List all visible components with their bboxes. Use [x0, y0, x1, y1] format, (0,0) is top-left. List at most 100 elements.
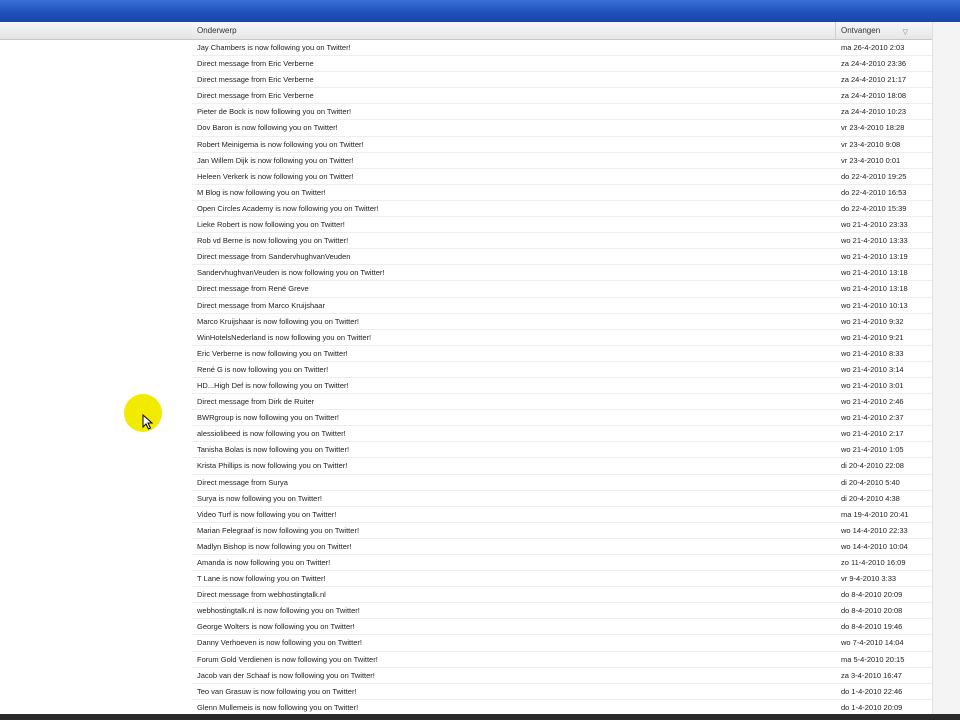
message-received-date: di 20-4-2010 4:38 — [841, 493, 900, 503]
message-row[interactable]: Direct message from René Greve wo 21-4-20… — [192, 281, 932, 298]
message-received-date: di 20-4-2010 22:08 — [841, 461, 904, 471]
message-received-date: vr 23-4-2010 9:08 — [841, 139, 901, 149]
left-pane — [0, 22, 192, 720]
message-row[interactable]: Jay Chambers is now following you on Twi… — [192, 40, 932, 57]
message-received-date: ma 26-4-2010 2:03 — [841, 43, 905, 52]
message-row[interactable]: Direct message from Dirk de Ruiter wo 21-… — [192, 394, 932, 411]
message-row[interactable]: Eric Verberne is now following you on Tw… — [192, 346, 932, 362]
column-header-received-label: Ontvangen — [841, 26, 881, 35]
message-subject: Marian Felegraaf is now following you on… — [197, 525, 360, 535]
message-row[interactable]: alessiolibeed is now following you on Tw… — [192, 426, 932, 443]
message-row[interactable]: Lieke Robert is now following you on Twi… — [192, 217, 932, 234]
message-row[interactable]: René G is now following you on Twitter! w… — [192, 362, 932, 378]
message-subject: Video Turf is now following you on Twitt… — [197, 509, 337, 519]
message-row[interactable]: Dov Baron is now following you on Twitte… — [192, 120, 932, 137]
message-row[interactable]: Heleen Verkerk is now following you on T… — [192, 169, 932, 185]
message-subject: SandervhughvanVeuden is now following yo… — [197, 268, 385, 278]
message-received-date: vr 9-4-2010 3:33 — [841, 574, 897, 584]
message-row[interactable]: Direct message from Marco Kruijshaar wo 2… — [192, 298, 932, 314]
message-row[interactable]: Direct message from Eric Verberne za 24-4… — [192, 88, 932, 105]
message-row[interactable]: Rob vd Berne is now following you on Twi… — [192, 233, 932, 250]
message-received-date: vr 23-4-2010 18:28 — [841, 123, 905, 133]
message-received-date: wo 21-4-2010 10:13 — [841, 300, 908, 310]
message-received-date: wo 21-4-2010 3:14 — [841, 364, 904, 374]
message-row[interactable]: Amanda is now following you on Twitter! z… — [192, 555, 932, 572]
vertical-scrollbar[interactable] — [932, 22, 960, 720]
message-received-date: vr 23-4-2010 0:01 — [841, 155, 901, 165]
column-header-received[interactable]: Ontvangen ▽ — [836, 22, 932, 39]
message-row[interactable]: Direct message from Eric Verberne za 24-4… — [192, 56, 932, 73]
message-subject: Amanda is now following you on Twitter! — [197, 558, 331, 567]
bottom-edge — [0, 714, 960, 720]
message-subject: Jacob van der Schaaf is now following yo… — [197, 670, 375, 680]
message-subject: alessiolibeed is now following you on Tw… — [197, 429, 346, 439]
message-received-date: wo 21-4-2010 9:21 — [841, 332, 904, 342]
message-subject: Pieter de Bock is now following you on T… — [197, 107, 352, 117]
column-header-subject[interactable]: Onderwerp — [192, 22, 836, 39]
message-row[interactable]: Forum Gold Verdienen is now following yo… — [192, 652, 932, 668]
message-subject: Lieke Robert is now following you on Twi… — [197, 220, 345, 230]
message-row[interactable]: Surya is now following you on Twitter! di… — [192, 491, 932, 507]
message-row[interactable]: George Wolters is now following you on T… — [192, 619, 932, 636]
message-row[interactable]: Krista Phillips is now following you on … — [192, 458, 932, 475]
message-row[interactable]: Jacob van der Schaaf is now following yo… — [192, 668, 932, 684]
message-subject: Jan Willem Dijk is now following you on … — [197, 155, 354, 165]
message-row[interactable]: Marco Kruijshaar is now following you on… — [192, 314, 932, 330]
sort-descending-icon: ▽ — [902, 29, 908, 36]
message-row[interactable]: Jan Willem Dijk is now following you on … — [192, 153, 932, 169]
message-row[interactable]: Direct message from Eric Verberne za 24-4… — [192, 72, 932, 89]
message-received-date: za 24-4-2010 18:08 — [841, 91, 907, 101]
message-row[interactable]: Madlyn Bishop is now following you on Tw… — [192, 539, 932, 555]
message-row[interactable]: T Lane is now following you on Twitter! v… — [192, 571, 932, 588]
message-row[interactable]: Robert Meinigema is now following you on… — [192, 137, 932, 153]
message-subject: Open Circles Academy is now following yo… — [197, 203, 379, 213]
message-received-date: wo 21-4-2010 1:05 — [841, 445, 904, 455]
message-subject: Direct message from webhostingtalk.nl — [197, 590, 326, 600]
message-row[interactable]: Direct message from SandervhughvanVeuden… — [192, 249, 932, 266]
message-subject: Robert Meinigema is now following you on… — [197, 139, 364, 149]
message-subject: HD...High Def is now following you on Tw… — [197, 380, 349, 390]
left-pane-header — [0, 22, 192, 40]
message-subject: Heleen Verkerk is now following you on T… — [197, 171, 354, 181]
message-subject: Tanisha Bolas is now following you on Tw… — [197, 445, 350, 455]
message-received-date: wo 21-4-2010 2:17 — [841, 429, 904, 439]
message-row[interactable]: BWRgroup is now following you on Twitter… — [192, 410, 932, 427]
message-received-date: wo 21-4-2010 9:32 — [841, 316, 904, 326]
message-row[interactable]: WinHotelsNederland is now following you … — [192, 330, 932, 346]
message-subject: Teo van Grasuw is now following you on T… — [197, 686, 357, 696]
message-row[interactable]: SandervhughvanVeuden is now following yo… — [192, 265, 932, 282]
message-row[interactable]: Direct message from Surya di 20-4-2010 5:… — [192, 475, 932, 491]
message-subject: webhostingtalk.nl is now following you o… — [197, 606, 360, 616]
message-subject: Direct message from Surya — [197, 477, 288, 487]
message-list: Onderwerp Ontvangen ▽ Jay Chambers is no… — [192, 22, 932, 720]
message-row[interactable]: Tanisha Bolas is now following you on Tw… — [192, 442, 932, 459]
message-subject: BWRgroup is now following you on Twitter… — [197, 413, 340, 423]
message-received-date: wo 21-4-2010 23:33 — [841, 220, 908, 230]
message-row[interactable]: Video Turf is now following you on Twitt… — [192, 507, 932, 523]
message-subject: Direct message from René Greve — [197, 284, 309, 294]
message-list-header: Onderwerp Ontvangen ▽ — [192, 22, 932, 40]
message-row[interactable]: Pieter de Bock is now following you on T… — [192, 104, 932, 121]
message-received-date: do 1-4-2010 22:46 — [841, 686, 903, 696]
message-row[interactable]: Direct message from webhostingtalk.nl do … — [192, 587, 932, 604]
message-subject: Jay Chambers is now following you on Twi… — [197, 43, 351, 52]
message-subject: Madlyn Bishop is now following you on Tw… — [197, 541, 352, 551]
message-received-date: do 22-4-2010 16:53 — [841, 187, 907, 197]
message-received-date: za 3-4-2010 16:47 — [841, 670, 902, 680]
message-received-date: wo 21-4-2010 13:33 — [841, 236, 908, 246]
message-subject: T Lane is now following you on Twitter! — [197, 574, 326, 584]
message-row[interactable]: Teo van Grasuw is now following you on T… — [192, 684, 932, 700]
message-received-date: za 24-4-2010 21:17 — [841, 75, 907, 85]
message-subject: M Blog is now following you on Twitter! — [197, 187, 326, 197]
message-subject: Krista Phillips is now following you on … — [197, 461, 348, 471]
message-row[interactable]: Open Circles Academy is now following yo… — [192, 201, 932, 218]
message-received-date: wo 14-4-2010 22:33 — [841, 525, 908, 535]
message-row[interactable]: Marian Felegraaf is now following you on… — [192, 523, 932, 539]
message-row[interactable]: HD...High Def is now following you on Tw… — [192, 378, 932, 395]
message-row[interactable]: M Blog is now following you on Twitter! d… — [192, 185, 932, 201]
message-row[interactable]: Danny Verhoeven is now following you on … — [192, 635, 932, 652]
message-row[interactable]: webhostingtalk.nl is now following you o… — [192, 603, 932, 620]
message-received-date: zo 11-4-2010 16:09 — [841, 558, 906, 567]
message-received-date: wo 21-4-2010 8:33 — [841, 348, 904, 358]
message-subject: Direct message from Eric Verberne — [197, 75, 314, 85]
